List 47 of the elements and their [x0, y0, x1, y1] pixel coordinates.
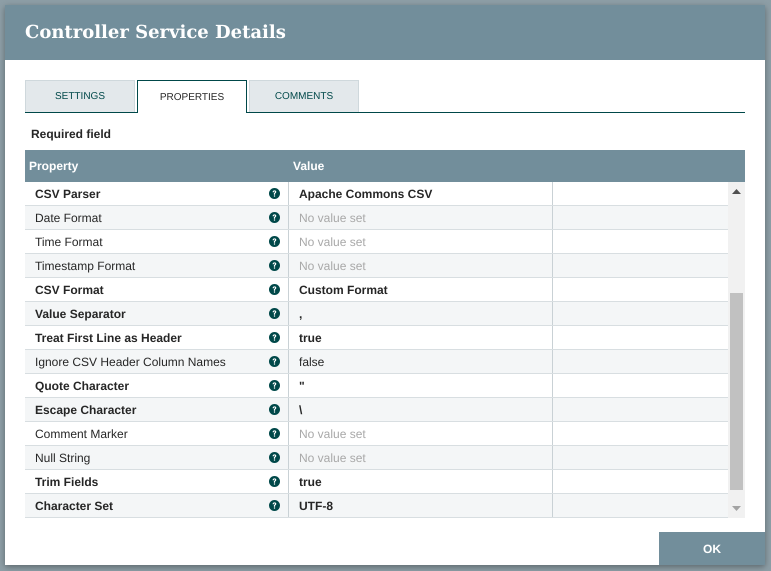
help-icon[interactable]: [269, 404, 280, 415]
property-name: Character Set: [35, 498, 114, 512]
property-value[interactable]: \: [299, 402, 302, 416]
dialog-title: Controller Service Details: [5, 5, 765, 60]
property-name: Ignore CSV Header Column Names: [35, 354, 226, 368]
help-icon[interactable]: [269, 308, 280, 319]
column-header: Property: [28, 159, 80, 173]
tab[interactable]: SETTINGS: [25, 80, 135, 112]
required-field-note: Required field: [31, 127, 112, 141]
scrollbar-thumb[interactable]: [730, 293, 743, 490]
column-header: Value: [292, 159, 324, 173]
scrollbar[interactable]: [728, 182, 745, 518]
property-name: Time Format: [35, 234, 103, 248]
property-name: Date Format: [35, 210, 102, 224]
property-value[interactable]: UTF-8: [299, 498, 333, 512]
property-name: Value Separator: [35, 306, 126, 320]
property-name: Trim Fields: [35, 474, 98, 488]
help-icon[interactable]: [269, 236, 280, 247]
property-name: Treat First Line as Header: [35, 330, 182, 344]
property-value[interactable]: true: [299, 330, 322, 344]
help-icon[interactable]: [269, 500, 280, 511]
property-name: Timestamp Format: [35, 258, 136, 272]
property-value[interactable]: ,: [299, 306, 302, 320]
property-name: CSV Parser: [35, 186, 100, 200]
help-icon[interactable]: [269, 260, 280, 271]
property-value[interactable]: ": [299, 378, 305, 392]
scroll-up-icon[interactable]: [732, 188, 741, 194]
property-value[interactable]: false: [299, 354, 324, 368]
help-icon[interactable]: [269, 380, 280, 391]
property-value[interactable]: true: [299, 474, 322, 488]
property-name: CSV Format: [35, 282, 104, 296]
help-icon[interactable]: [269, 356, 280, 367]
tab[interactable]: COMMENTS: [249, 80, 359, 112]
property-name: Comment Marker: [35, 426, 128, 440]
help-icon[interactable]: [269, 452, 280, 463]
help-icon[interactable]: [269, 476, 280, 487]
help-icon[interactable]: [269, 188, 280, 199]
help-icon[interactable]: [269, 428, 280, 439]
help-icon[interactable]: [269, 332, 280, 343]
property-name: Escape Character: [35, 402, 136, 416]
help-icon[interactable]: [269, 284, 280, 295]
property-name: Quote Character: [35, 378, 130, 392]
help-icon[interactable]: [269, 212, 280, 223]
property-value[interactable]: Custom Format: [299, 282, 388, 296]
property-name: Null String: [35, 450, 90, 464]
property-value[interactable]: Apache Commons CSV: [299, 186, 432, 200]
tab[interactable]: PROPERTIES: [137, 80, 247, 113]
